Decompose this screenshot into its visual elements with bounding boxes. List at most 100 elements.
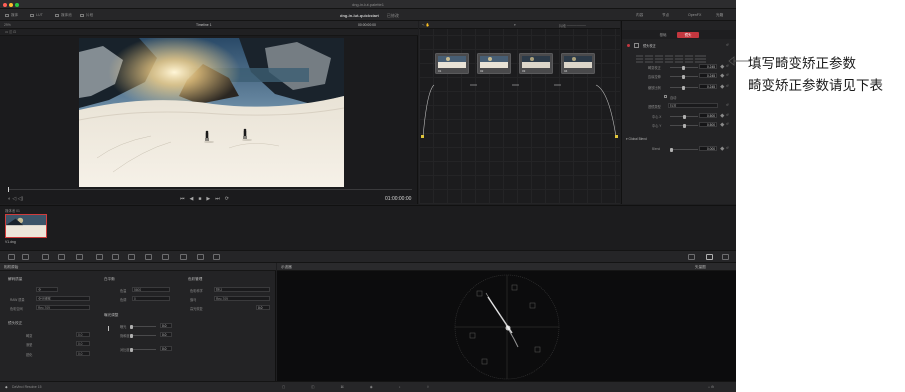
color-space-select[interactable]: Rec.709: [36, 305, 90, 310]
info-tool-icon[interactable]: [722, 254, 729, 260]
playhead[interactable]: [8, 187, 9, 192]
slider-knob[interactable]: [682, 65, 685, 70]
sizing-tool-icon[interactable]: [213, 254, 220, 260]
audio-icon[interactable]: ◐ ◁ ◁): [8, 196, 23, 202]
reset-icon[interactable]: ↺: [726, 103, 729, 107]
qualifier-tool-icon[interactable]: [128, 254, 135, 260]
nodes-tab[interactable]: 节点: [662, 13, 669, 18]
saturation-slider[interactable]: [130, 333, 156, 338]
keyframe-icon[interactable]: [720, 84, 725, 89]
scale-value[interactable]: 0.245: [699, 84, 717, 89]
color-wheels-tool-icon[interactable]: [42, 254, 49, 260]
blend-slider[interactable]: [670, 147, 698, 152]
keyframe-icon[interactable]: [720, 64, 725, 69]
page-navigation[interactable]: ▢◫⌘◉♪⇪: [282, 385, 455, 389]
center-x-slider[interactable]: [670, 114, 698, 119]
contrast-slider[interactable]: [130, 347, 156, 352]
slider-knob[interactable]: [670, 147, 673, 152]
node-graph[interactable]: ↖ ✋ ▾ 片段 ────────: [419, 21, 620, 204]
center-y-value[interactable]: 0.500: [699, 122, 717, 127]
exposure-slider[interactable]: [130, 324, 156, 329]
sharpen-value[interactable]: 0.0: [76, 351, 90, 356]
slider-knob[interactable]: [130, 324, 133, 329]
keyframe-icon[interactable]: [720, 146, 725, 151]
viewer-tools-icon[interactable]: ▭ ◫ ⊡: [5, 30, 16, 34]
tracker-tool-icon[interactable]: [162, 254, 169, 260]
camera-raw-tool-icon[interactable]: [8, 254, 15, 260]
distortion-value[interactable]: 0.245: [699, 64, 717, 69]
color-temp-field[interactable]: 5600: [132, 287, 170, 292]
media-bin-label[interactable]: 媒体池 01: [5, 208, 20, 213]
edge-stretch-value[interactable]: 0.245: [699, 73, 717, 78]
timeline-name[interactable]: Timeline 1: [196, 23, 212, 27]
reset-icon[interactable]: ↺: [726, 113, 729, 117]
home-icon[interactable]: ⌂ ⚙: [708, 385, 714, 389]
media-tab[interactable]: 媒体: [5, 13, 18, 18]
zoom-level[interactable]: 29%: [4, 23, 11, 27]
slider-knob[interactable]: [130, 333, 133, 338]
center-x-value[interactable]: 0.500: [699, 113, 717, 118]
slider-knob[interactable]: [683, 114, 686, 119]
vignette-value-text: 0.0: [78, 342, 83, 346]
motion-effects-tool-icon[interactable]: [76, 254, 83, 260]
color-warper-tool-icon[interactable]: [112, 254, 119, 260]
saturation-value[interactable]: 0.0: [160, 332, 172, 337]
lightbox-tab[interactable]: 光箱: [716, 13, 723, 18]
center-y-slider[interactable]: [670, 123, 698, 128]
transport-controls[interactable]: ⏮◀■▶⏭⟳: [180, 196, 234, 202]
eyedropper-icon[interactable]: [108, 326, 112, 331]
node-03[interactable]: 03: [519, 53, 553, 74]
content-tab[interactable]: 内容: [636, 13, 643, 18]
node-01[interactable]: 01: [435, 53, 469, 74]
tint-field[interactable]: 0: [132, 296, 170, 301]
scope-mode-select[interactable]: 矢量图: [695, 265, 706, 270]
exposure-value[interactable]: 0.0: [160, 323, 172, 328]
keyframe-icon[interactable]: [720, 113, 725, 118]
clip-thumbnail[interactable]: [5, 214, 47, 238]
reset-icon[interactable]: ↺: [726, 84, 729, 88]
scopes-tool-icon[interactable]: [706, 254, 713, 260]
lens-type-select[interactable]: 标准: [668, 103, 718, 108]
clip-tab[interactable]: 片段: [80, 13, 93, 18]
window-tool-icon[interactable]: [145, 254, 152, 260]
rgb-mixer-tool-icon[interactable]: [58, 254, 65, 260]
slider-knob[interactable]: [683, 123, 686, 128]
reset-icon[interactable]: ↺: [726, 43, 729, 47]
viewer-scrubber[interactable]: [8, 187, 412, 192]
slider-knob[interactable]: [130, 347, 133, 352]
blend-value[interactable]: 0.000: [699, 146, 717, 151]
keyframe-icon[interactable]: [720, 73, 725, 78]
color-match-tool-icon[interactable]: [22, 254, 29, 260]
node-02[interactable]: 02: [477, 53, 511, 74]
highlight-recovery-value[interactable]: 0.0: [256, 305, 270, 310]
blur-tool-icon[interactable]: [180, 254, 187, 260]
reset-icon[interactable]: ↺: [726, 73, 729, 77]
distortion-raw-value[interactable]: 0.0: [76, 332, 90, 337]
color-science-select[interactable]: 默认: [214, 287, 270, 292]
raw-quality-select[interactable]: 全分辨率: [36, 296, 90, 301]
global-blend-title[interactable]: ▾ Global Blend: [626, 137, 647, 141]
tab-basic[interactable]: 基础: [652, 32, 674, 38]
openfx-tab[interactable]: OpenFX: [688, 13, 701, 17]
media-pool-tab[interactable]: 媒体池: [55, 13, 72, 18]
vignette-value[interactable]: 0.0: [76, 341, 90, 346]
edge-stretch-slider[interactable]: [670, 74, 698, 79]
enable-dot-icon[interactable]: [627, 44, 630, 47]
reset-icon[interactable]: ↺: [726, 122, 729, 126]
decode-quality-select[interactable]: 全: [36, 287, 58, 292]
node-04[interactable]: 04: [561, 53, 595, 74]
tab-lens[interactable]: 镜头: [677, 32, 699, 38]
3d-tool-icon[interactable]: [688, 254, 695, 260]
contrast-value[interactable]: 0.0: [160, 346, 172, 351]
slider-knob[interactable]: [682, 74, 685, 79]
keyframe-icon[interactable]: [720, 122, 725, 127]
curves-tool-icon[interactable]: [96, 254, 103, 260]
reset-icon[interactable]: ↺: [726, 146, 729, 150]
auto-checkbox[interactable]: [664, 95, 667, 98]
lut-tab[interactable]: LUT: [30, 13, 43, 17]
distortion-slider[interactable]: [670, 65, 698, 70]
key-tool-icon[interactable]: [197, 254, 204, 260]
scale-slider[interactable]: [670, 85, 698, 90]
gamma-select[interactable]: Rec.709: [214, 296, 270, 301]
slider-knob[interactable]: [682, 85, 685, 90]
